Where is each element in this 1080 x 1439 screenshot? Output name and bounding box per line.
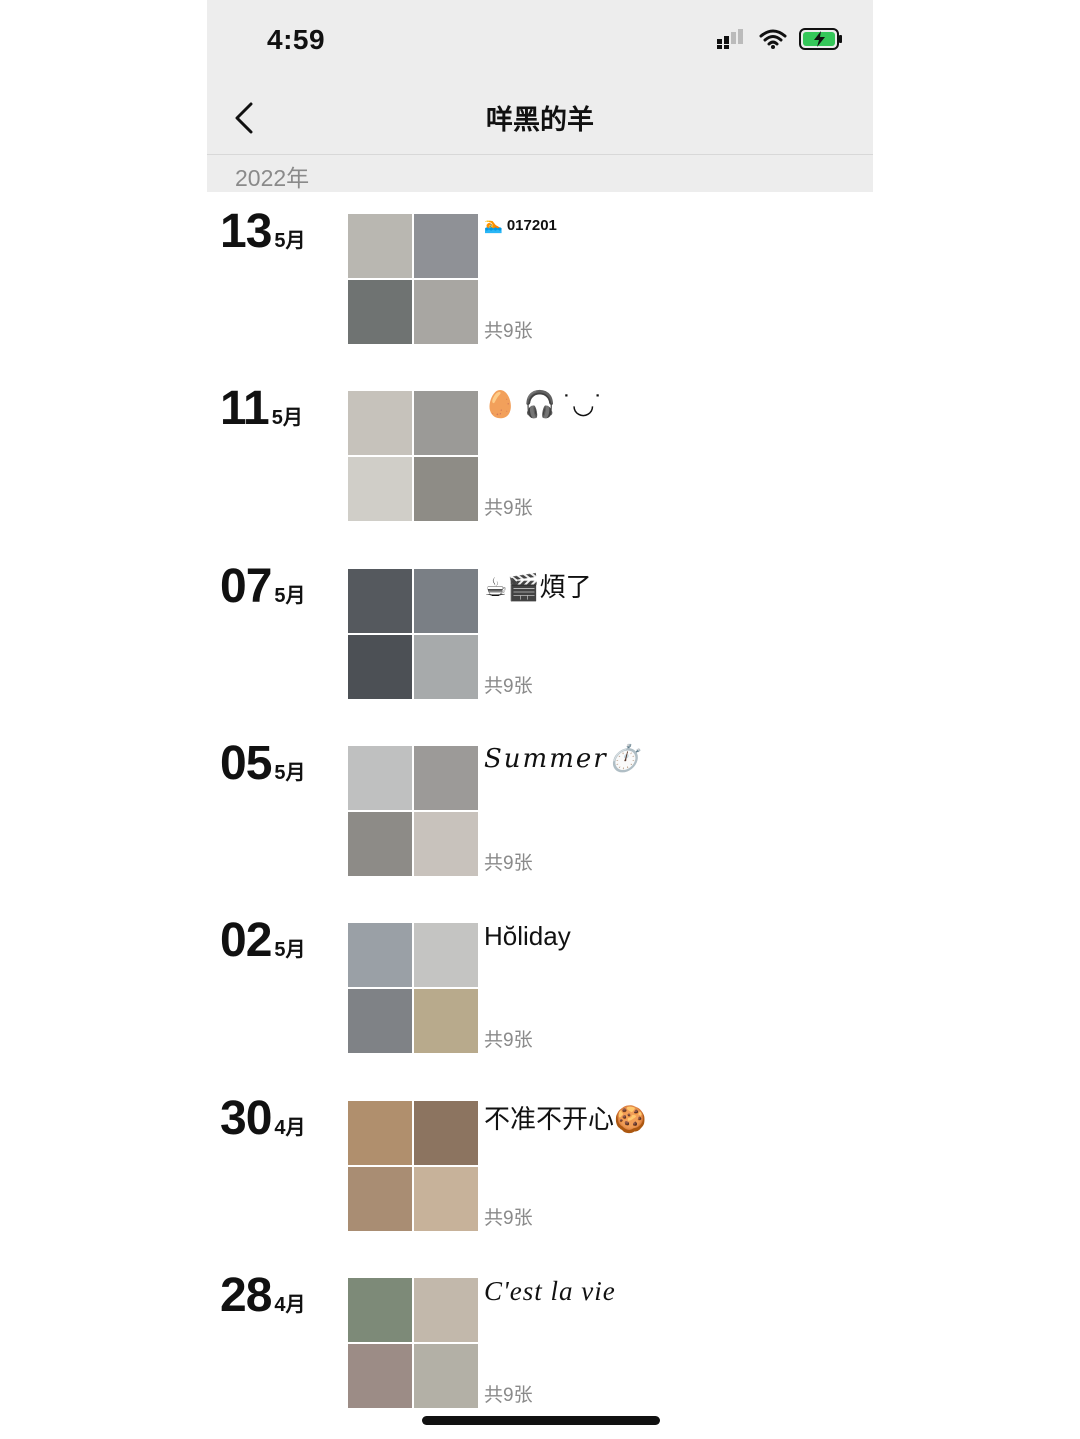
photo-count: 共9张 xyxy=(484,853,533,874)
home-indicator[interactable] xyxy=(422,1416,660,1425)
entry-month: 4月 xyxy=(274,1294,306,1316)
photo-thumbnail xyxy=(348,1101,412,1165)
photo-grid[interactable] xyxy=(348,923,478,1053)
entry-date: 13 5月 xyxy=(220,205,306,258)
moment-entry[interactable]: 11 5月 🥚 🎧 ˙◡˙ 共9张 xyxy=(207,385,873,523)
photo-count: 共9张 xyxy=(484,1030,533,1051)
photo-thumbnail xyxy=(414,746,478,810)
photo-thumbnail xyxy=(348,989,412,1053)
photo-thumbnail xyxy=(348,635,412,699)
photo-thumbnail xyxy=(414,1101,478,1165)
entry-date: 11 5月 xyxy=(220,382,303,435)
entry-date: 05 5月 xyxy=(220,737,306,790)
moment-entry[interactable]: 02 5月 Hŏliday 共9张 xyxy=(207,917,873,1055)
moment-entry[interactable]: 05 5月 Summer⏱️ 共9张 xyxy=(207,740,873,878)
photo-thumbnail xyxy=(414,812,478,876)
entry-caption[interactable]: C'est la vie xyxy=(484,1276,616,1307)
photo-grid[interactable] xyxy=(348,569,478,699)
moments-screen: 4:59 咩黑的羊 2022年 13 5月 🏊 017201 共9张 11 5月… xyxy=(207,0,873,1439)
entry-month: 4月 xyxy=(274,1117,306,1139)
photo-thumbnail xyxy=(414,1167,478,1231)
wifi-icon xyxy=(759,29,787,54)
photo-thumbnail xyxy=(348,1167,412,1231)
moment-entry[interactable]: 28 4月 C'est la vie 共9张 xyxy=(207,1272,873,1410)
photo-thumbnail xyxy=(414,635,478,699)
status-time: 4:59 xyxy=(267,24,326,55)
top-bar: 4:59 咩黑的羊 xyxy=(207,0,873,155)
photo-thumbnail xyxy=(348,923,412,987)
photo-grid[interactable] xyxy=(348,1101,478,1231)
entry-month: 5月 xyxy=(274,585,306,607)
photo-thumbnail xyxy=(348,812,412,876)
photo-count: 共9张 xyxy=(484,498,533,519)
photo-thumbnail xyxy=(348,746,412,810)
photo-grid[interactable] xyxy=(348,1278,478,1408)
photo-thumbnail xyxy=(414,923,478,987)
year-section-header: 2022年 xyxy=(207,155,873,192)
photo-thumbnail xyxy=(414,569,478,633)
entry-caption[interactable]: 🏊 017201 xyxy=(484,216,557,234)
entry-caption[interactable]: Hŏliday xyxy=(484,921,571,952)
entry-date: 02 5月 xyxy=(220,914,306,967)
photo-thumbnail xyxy=(348,1278,412,1342)
entry-month: 5月 xyxy=(274,230,306,252)
photo-count: 共9张 xyxy=(484,1208,533,1229)
photo-count: 共9张 xyxy=(484,321,533,342)
entry-month: 5月 xyxy=(274,939,306,961)
entry-caption[interactable]: 🥚 🎧 ˙◡˙ xyxy=(484,389,603,420)
photo-thumbnail xyxy=(414,457,478,521)
entry-date: 30 4月 xyxy=(220,1092,306,1145)
photo-grid[interactable] xyxy=(348,746,478,876)
photo-thumbnail xyxy=(414,989,478,1053)
photo-thumbnail xyxy=(414,391,478,455)
photo-thumbnail xyxy=(348,457,412,521)
moment-entry[interactable]: 07 5月 ☕🎬煩了 共9张 xyxy=(207,563,873,701)
entry-caption[interactable]: ☕🎬煩了 xyxy=(484,567,592,604)
entry-month: 5月 xyxy=(274,762,306,784)
year-label: 2022年 xyxy=(235,165,310,191)
moment-entry[interactable]: 13 5月 🏊 017201 共9张 xyxy=(207,208,873,346)
entry-caption[interactable]: Summer⏱️ xyxy=(484,744,642,774)
photo-thumbnail xyxy=(348,280,412,344)
photo-count: 共9张 xyxy=(484,1385,533,1406)
photo-grid[interactable] xyxy=(348,214,478,344)
photo-grid[interactable] xyxy=(348,391,478,521)
photo-count: 共9张 xyxy=(484,676,533,697)
battery-charging-icon xyxy=(799,28,843,55)
page-title: 咩黑的羊 xyxy=(486,105,594,135)
entry-date: 28 4月 xyxy=(220,1269,306,1322)
photo-thumbnail xyxy=(348,569,412,633)
photo-thumbnail xyxy=(348,214,412,278)
photo-thumbnail xyxy=(348,391,412,455)
status-icons xyxy=(717,28,843,55)
photo-thumbnail xyxy=(348,1344,412,1408)
photo-thumbnail xyxy=(414,1344,478,1408)
entry-caption[interactable]: 不准不开心🍪 xyxy=(484,1099,646,1136)
moment-entry[interactable]: 30 4月 不准不开心🍪 共9张 xyxy=(207,1095,873,1233)
photo-thumbnail xyxy=(414,280,478,344)
photo-thumbnail xyxy=(414,1278,478,1342)
entry-date: 07 5月 xyxy=(220,560,306,613)
entry-month: 5月 xyxy=(271,407,303,429)
photo-thumbnail xyxy=(414,214,478,278)
signal-icon xyxy=(717,29,747,54)
